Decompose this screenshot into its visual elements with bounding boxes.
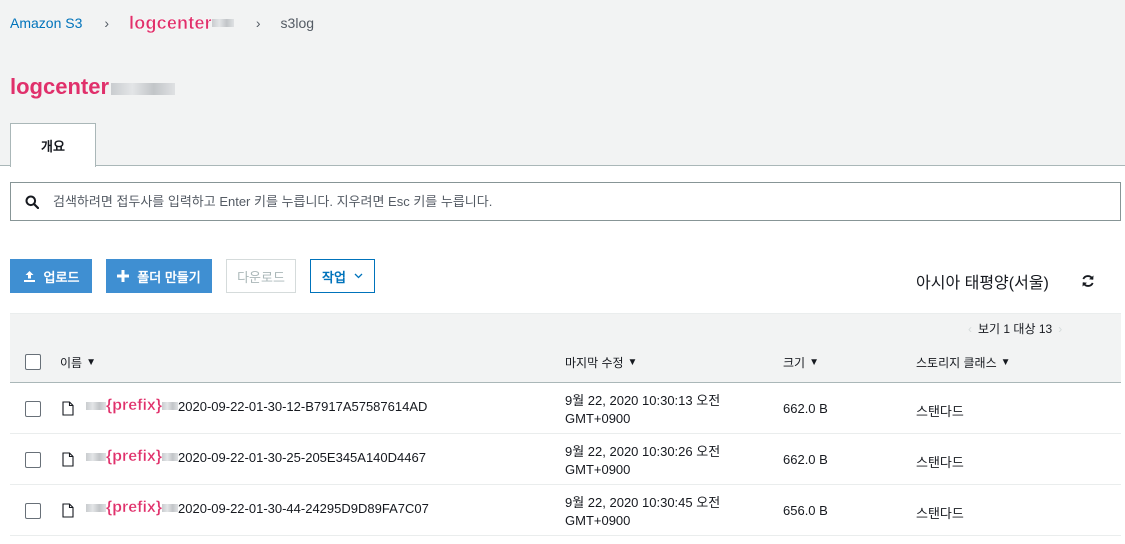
redacted-text	[86, 504, 106, 512]
file-icon	[62, 503, 74, 518]
object-name-link[interactable]: {prefix} 2020-09-22-01-30-44-24295D9D89F…	[86, 499, 429, 517]
pagination: ‹ 보기 1 대상 13 ›	[968, 320, 1062, 337]
actions-dropdown-button[interactable]: 작업	[310, 259, 375, 293]
row-checkbox[interactable]	[25, 452, 41, 468]
search-icon	[25, 195, 39, 209]
object-name: 2020-09-22-01-30-25-205E345A140D4467	[178, 449, 426, 465]
plus-icon	[117, 270, 130, 282]
upload-button[interactable]: 업로드	[10, 259, 92, 293]
last-modified-cell: 9월 22, 2020 10:30:13 오전 GMT+0900	[565, 392, 720, 428]
pagination-text: 보기 1 대상 13	[978, 322, 1053, 336]
tab-overview[interactable]: 개요	[10, 123, 96, 167]
upload-button-label: 업로드	[43, 269, 80, 285]
column-header-size-label: 크기	[783, 356, 806, 370]
last-modified-cell: 9월 22, 2020 10:30:26 오전 GMT+0900	[565, 443, 720, 479]
create-folder-button[interactable]: 폴더 만들기	[106, 259, 212, 293]
redacted-text	[86, 402, 106, 410]
last-modified-timezone: GMT+0900	[565, 513, 631, 528]
sort-down-icon: ▼	[809, 357, 819, 368]
chevron-right-icon: ›	[104, 15, 110, 31]
object-name: 2020-09-22-01-30-12-B7917A57587614AD	[178, 398, 428, 414]
refresh-icon[interactable]	[1081, 274, 1095, 293]
upload-icon	[23, 270, 36, 283]
last-modified-timezone: GMT+0900	[565, 411, 631, 426]
redacted-text	[111, 83, 176, 95]
next-page-button[interactable]: ›	[1058, 322, 1062, 336]
chevron-right-icon: ›	[255, 15, 261, 31]
table-row: {prefix} 2020-09-22-01-30-25-205E345A140…	[10, 434, 1121, 485]
storage-class-cell: 스탠다드	[916, 455, 964, 470]
row-checkbox[interactable]	[25, 503, 41, 519]
breadcrumb: Amazon S3 › logcenter › s3log	[10, 12, 314, 34]
redacted-text	[162, 453, 179, 461]
column-header-modified-label: 마지막 수정	[565, 356, 624, 370]
column-header-name[interactable]: 이름 ▼	[60, 354, 96, 371]
column-header-name-label: 이름	[60, 356, 83, 370]
previous-page-button[interactable]: ‹	[968, 322, 972, 336]
redacted-text	[211, 19, 234, 27]
header-area: Amazon S3 › logcenter › s3log logcenter …	[0, 0, 1125, 167]
column-header-size[interactable]: 크기 ▼	[783, 354, 819, 371]
object-name-link[interactable]: {prefix} 2020-09-22-01-30-25-205E345A140…	[86, 448, 426, 466]
column-header-storage-label: 스토리지 클래스	[916, 356, 997, 370]
chevron-down-icon	[354, 273, 363, 279]
row-checkbox[interactable]	[25, 401, 41, 417]
breadcrumb-amazon-s3-link[interactable]: Amazon S3	[10, 15, 82, 31]
page-title: logcenter	[10, 74, 176, 100]
prefix-annotation: {prefix}	[106, 448, 163, 465]
redacted-text	[162, 504, 179, 512]
object-name-link[interactable]: {prefix} 2020-09-22-01-30-12-B7917A57587…	[86, 397, 427, 415]
object-name: 2020-09-22-01-30-44-24295D9D89FA7C07	[178, 500, 429, 516]
last-modified-date: 9월 22, 2020 10:30:45 오전	[565, 495, 721, 510]
region-label: 아시아 태평양(서울)	[916, 275, 1049, 292]
redacted-text	[162, 402, 179, 410]
create-folder-button-label: 폴더 만들기	[137, 269, 201, 285]
last-modified-timezone: GMT+0900	[565, 462, 631, 477]
prefix-annotation: {prefix}	[106, 499, 163, 516]
last-modified-date: 9월 22, 2020 10:30:13 오전	[565, 393, 721, 408]
last-modified-date: 9월 22, 2020 10:30:26 오전	[565, 444, 721, 459]
size-cell: 662.0 B	[783, 401, 828, 416]
size-cell: 656.0 B	[783, 503, 828, 518]
sort-down-icon: ▼	[1000, 357, 1011, 368]
table-header: 이름 ▼ 마지막 수정 ▼ 크기 ▼ 스토리지 클래스 ▼	[10, 341, 1121, 383]
file-icon	[62, 452, 74, 467]
table-row: {prefix} 2020-09-22-01-30-44-24295D9D89F…	[10, 485, 1121, 536]
search-box	[10, 182, 1121, 221]
last-modified-cell: 9월 22, 2020 10:30:45 오전 GMT+0900	[565, 494, 720, 530]
search-input[interactable]	[53, 194, 1093, 209]
table-row: {prefix} 2020-09-22-01-30-12-B7917A57587…	[10, 383, 1121, 434]
column-header-storage-class[interactable]: 스토리지 클래스 ▼	[916, 354, 1011, 371]
file-icon	[62, 401, 74, 416]
download-button[interactable]: 다운로드	[226, 259, 296, 293]
sort-down-icon: ▼	[627, 357, 638, 368]
breadcrumb-bucket-link[interactable]: logcenter	[129, 12, 212, 34]
breadcrumb-current-folder: s3log	[280, 15, 315, 31]
column-header-modified[interactable]: 마지막 수정 ▼	[565, 354, 637, 371]
redacted-text	[86, 453, 106, 461]
page-title-text: logcenter	[10, 74, 110, 99]
sort-down-icon: ▼	[86, 357, 96, 368]
storage-class-cell: 스탠다드	[916, 506, 964, 521]
prefix-annotation: {prefix}	[106, 397, 163, 414]
actions-button-label: 작업	[322, 269, 346, 285]
tab-bar: 개요	[0, 123, 1125, 167]
pagination-bar: ‹ 보기 1 대상 13 ›	[10, 313, 1121, 341]
size-cell: 662.0 B	[783, 452, 828, 467]
select-all-checkbox[interactable]	[25, 354, 41, 370]
storage-class-cell: 스탠다드	[916, 404, 964, 419]
